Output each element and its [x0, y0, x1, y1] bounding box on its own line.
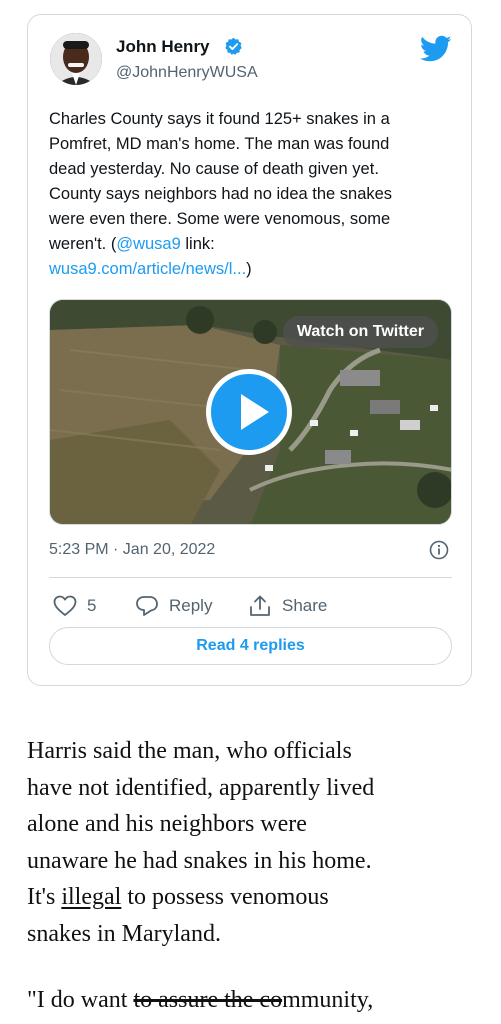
article-line: snakes in Maryland. [27, 920, 221, 947]
text-segment: ) [246, 260, 252, 278]
text-segment: mmunity, [282, 987, 374, 1013]
twitter-bird-icon[interactable] [420, 35, 452, 63]
verified-badge-icon [225, 37, 242, 55]
text-segment: link: [180, 235, 215, 253]
play-icon [241, 394, 269, 430]
tweet-text-line: County says neighbors had no idea the sn… [49, 185, 393, 203]
like-button[interactable]: 5 [53, 591, 96, 621]
read-replies-button[interactable]: Read 4 replies [49, 627, 452, 665]
article-line: Harris said the man, who officials [27, 738, 352, 764]
share-icon [250, 595, 270, 616]
tweet-text-line: Charles County says it found 125+ snakes… [49, 110, 390, 128]
share-label: Share [282, 596, 328, 615]
divider [49, 577, 452, 578]
article-line: have not identified, apparently lived [27, 774, 375, 801]
author-avatar[interactable] [50, 33, 102, 85]
text-segment: to possess venomous [121, 884, 329, 910]
tweet-text-line: were even there. Some were venomous, som… [49, 210, 391, 228]
author-handle[interactable]: @JohnHenryWUSA [116, 64, 258, 82]
struck-text: to assure the co [133, 987, 283, 1013]
tweet-text-line: wusa9.com/article/news/l...) [49, 257, 459, 282]
tweet-text-line: Pomfret, MD man's home. The man was foun… [49, 135, 390, 153]
article-line: unaware he had snakes in his home. [27, 847, 372, 874]
tweet-text: Charles County says it found 125+ snakes… [49, 107, 459, 282]
info-icon[interactable] [429, 540, 449, 560]
text-segment: weren't. ( [49, 235, 117, 253]
heart-icon [53, 595, 77, 616]
tweet-text-line: weren't. (@wusa9 link: [49, 232, 459, 257]
reply-icon [136, 596, 158, 616]
tweet-actions: 5 Reply Share [49, 591, 452, 621]
play-button[interactable] [206, 369, 292, 455]
article-line: alone and his neighbors were [27, 811, 307, 837]
article-link[interactable]: wusa9.com/article/news/l... [49, 260, 246, 278]
article-body: Harris said the man, who officials have … [27, 733, 487, 952]
like-count: 5 [87, 596, 97, 615]
share-button[interactable]: Share [248, 591, 327, 621]
tweet-card: John Henry @JohnHenryWUSA Charles County… [27, 14, 472, 686]
reply-label: Reply [169, 596, 213, 615]
tweet-timestamp[interactable]: 5:23 PM · Jan 20, 2022 [49, 541, 215, 559]
mention-link[interactable]: @wusa9 [116, 235, 180, 253]
author-name[interactable]: John Henry [116, 37, 210, 57]
reply-button[interactable]: Reply [135, 591, 212, 621]
article-quote-line: "I do want to assure the community, [27, 987, 373, 1014]
article-line: It's illegal to possess venomous [27, 879, 487, 916]
video-thumbnail[interactable]: Watch on Twitter [49, 299, 452, 525]
illegal-link[interactable]: illegal [61, 884, 121, 910]
watch-on-twitter-button[interactable]: Watch on Twitter [282, 316, 438, 348]
text-segment: It's [27, 884, 62, 910]
tweet-text-line: dead yesterday. No cause of death given … [49, 160, 379, 178]
text-segment: "I do want [27, 987, 134, 1013]
